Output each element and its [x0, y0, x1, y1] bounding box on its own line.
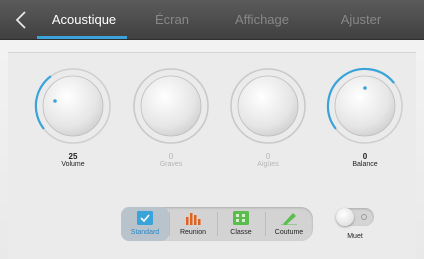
tab-affichage[interactable]: Affichage [226, 0, 298, 40]
mode-classe-label: Classe [230, 229, 252, 236]
volume-indicator-dot [53, 99, 57, 103]
mute-label: Muet [347, 233, 363, 240]
top-navigation-bar: Acoustique Écran Affichage Ajuster [0, 0, 424, 40]
volume-label: Volume [61, 161, 85, 168]
graves-knob[interactable] [131, 66, 211, 146]
toggle-off-indicator [361, 214, 367, 220]
pen-icon [281, 213, 297, 225]
active-tab-indicator [37, 36, 127, 39]
balance-label: Balance [352, 161, 378, 168]
bars-icon [186, 213, 201, 225]
back-button[interactable] [10, 8, 32, 32]
aigues-label: Aigües [257, 161, 279, 168]
balance-value: 0 [362, 152, 368, 161]
volume-value: 25 [68, 152, 78, 161]
check-icon [137, 211, 153, 225]
tab-ecran[interactable]: Écran [143, 0, 201, 40]
mode-standard-button[interactable]: Standard [121, 207, 169, 241]
balance-dial[interactable] [325, 66, 405, 146]
mode-classe-button[interactable]: Classe [217, 207, 265, 241]
balance-knob[interactable] [325, 66, 405, 146]
tab-ajuster[interactable]: Ajuster [330, 0, 392, 40]
volume-dial[interactable] [33, 66, 113, 146]
tab-acoustique[interactable]: Acoustique [40, 0, 128, 40]
mode-reunion-label: Reunion [179, 229, 207, 236]
mode-standard-label: Standard [130, 229, 160, 236]
toggle-thumb[interactable] [336, 208, 354, 226]
aigues-knob[interactable] [228, 66, 308, 146]
chevron-left-icon [15, 11, 26, 29]
mode-reunion-button[interactable]: Reunion [169, 207, 217, 241]
mode-coutume-button[interactable]: Coutume [265, 207, 313, 241]
grid-icon [233, 211, 249, 225]
mode-coutume-label: Coutume [274, 229, 304, 236]
aigues-value: 0 [265, 152, 271, 161]
sound-mode-selector: Standard Reunion Classe Coutume [121, 207, 313, 241]
volume-knob[interactable] [33, 66, 113, 146]
graves-value: 0 [168, 152, 174, 161]
balance-indicator-dot [363, 86, 367, 90]
graves-label: Graves [159, 161, 183, 168]
aigues-dial[interactable] [228, 66, 308, 146]
graves-dial[interactable] [131, 66, 211, 146]
mute-toggle[interactable] [336, 208, 374, 226]
